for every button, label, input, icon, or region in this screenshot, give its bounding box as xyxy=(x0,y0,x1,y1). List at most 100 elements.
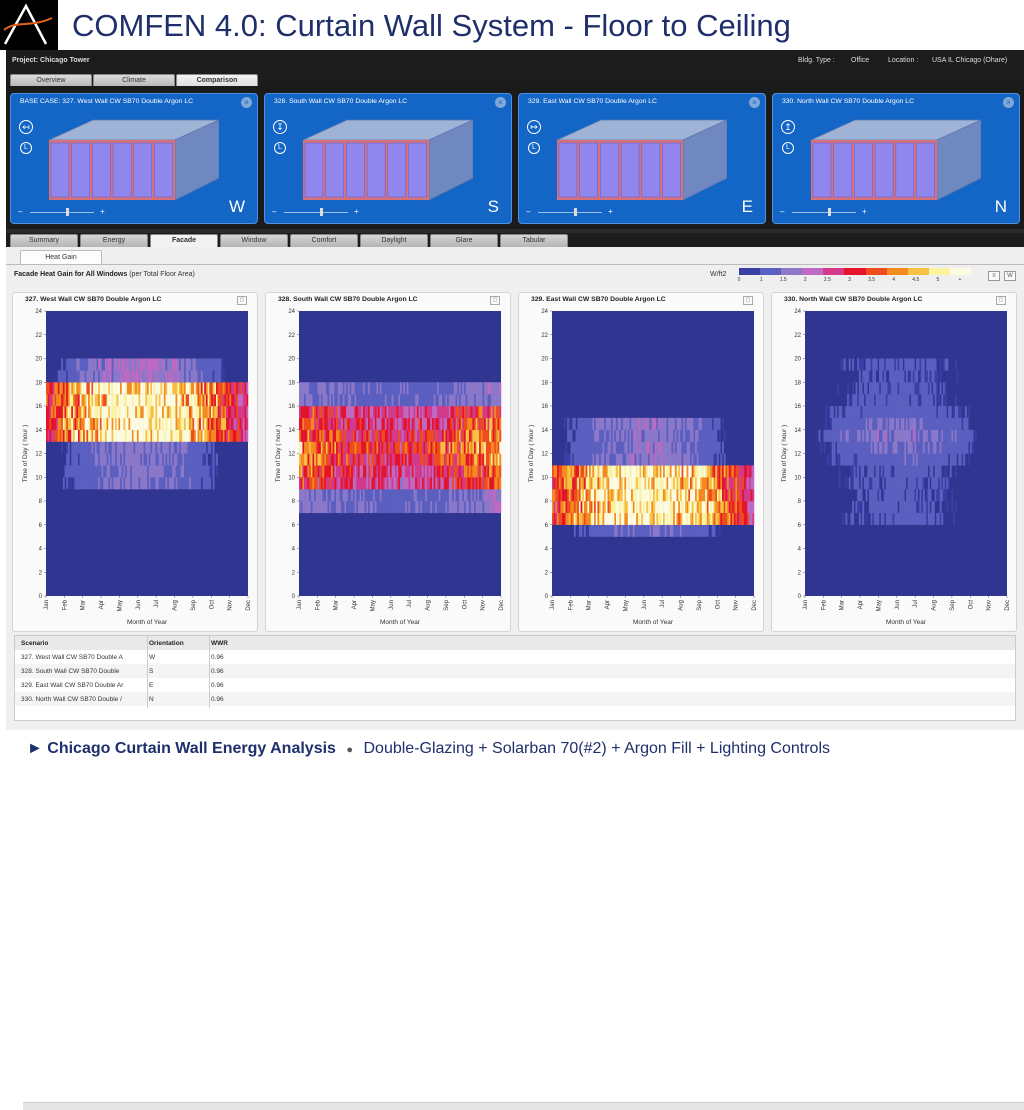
heatmap-cell xyxy=(921,406,924,419)
zoom-out-button[interactable]: – xyxy=(272,207,276,216)
close-icon[interactable]: × xyxy=(241,97,252,108)
tab-tabular[interactable]: Tabular xyxy=(500,234,568,247)
zoom-out-button[interactable]: – xyxy=(526,207,530,216)
scenario-card[interactable]: BASE CASE: 327. West Wall CW SB70 Double… xyxy=(10,93,258,224)
zoom-track[interactable] xyxy=(792,212,856,213)
compass-icon[interactable]: ↧ xyxy=(273,120,287,134)
zoom-track[interactable] xyxy=(30,212,94,213)
table-row[interactable]: 328. South Wall CW SB70 Double S 0.96 xyxy=(15,664,1015,678)
heatmap-cell xyxy=(690,477,692,490)
heatmap-cell xyxy=(131,429,134,442)
heatmap-cell xyxy=(745,512,748,525)
heatmap-cell xyxy=(865,417,868,430)
heatmap-cell xyxy=(359,382,362,395)
table-view-icon[interactable]: ≡ xyxy=(988,271,1000,281)
location-value[interactable]: USA IL Chicago (Ohare) xyxy=(932,57,1007,64)
zoom-slider[interactable]: – + xyxy=(272,207,362,217)
tab-facade[interactable]: Facade xyxy=(150,234,218,247)
heatmap-cell xyxy=(222,370,225,383)
heatmap-cell xyxy=(889,512,892,525)
close-icon[interactable]: × xyxy=(495,97,506,108)
table-header-cell[interactable]: Orientation xyxy=(149,640,184,647)
tab-glare[interactable]: Glare xyxy=(430,234,498,247)
heatmap-cell xyxy=(216,382,218,395)
heatmap-cell xyxy=(330,382,333,395)
zoom-in-button[interactable]: + xyxy=(608,207,613,216)
zoom-slider[interactable]: – + xyxy=(780,207,870,217)
zoom-thumb[interactable] xyxy=(66,208,69,216)
heatmap-cell xyxy=(631,429,634,442)
zoom-thumb[interactable] xyxy=(320,208,323,216)
tab-summary[interactable]: Summary xyxy=(10,234,78,247)
expand-icon[interactable]: ▢ xyxy=(996,296,1006,305)
compass-icon[interactable]: ↦ xyxy=(527,120,541,134)
horizontal-scrollbar[interactable] xyxy=(23,1102,1024,1110)
heatmap-cell xyxy=(194,358,197,371)
heatmap-cell xyxy=(679,465,682,478)
heatmap-cell xyxy=(943,453,945,466)
word-export-icon[interactable]: W xyxy=(1004,271,1016,281)
compass-icon[interactable]: ↥ xyxy=(781,120,795,134)
heatmap-cell xyxy=(305,382,308,395)
compass-icon[interactable]: ↤ xyxy=(19,120,33,134)
tab-daylight[interactable]: Daylight xyxy=(360,234,428,247)
scenario-card[interactable]: 328. South Wall CW SB70 Double Argon LC ×… xyxy=(264,93,512,224)
heatmap-cell xyxy=(334,441,337,454)
expand-icon[interactable]: ▢ xyxy=(743,296,753,305)
heatmap-cell xyxy=(147,406,149,419)
heatmap-cell xyxy=(300,441,303,454)
scenario-card[interactable]: 330. North Wall CW SB70 Double Argon LC ×… xyxy=(772,93,1020,224)
lighting-icon[interactable]: L xyxy=(274,142,286,154)
table-row[interactable]: 329. East Wall CW SB70 Double Ar E 0.96 xyxy=(15,678,1015,692)
heatmap-cell xyxy=(244,382,247,395)
lighting-icon[interactable]: L xyxy=(20,142,32,154)
heatmap-cell xyxy=(890,394,893,407)
close-icon[interactable]: × xyxy=(749,97,760,108)
heatmap-cell xyxy=(413,501,416,514)
zoom-thumb[interactable] xyxy=(574,208,577,216)
heatmap-cell xyxy=(359,489,362,502)
table-header-cell[interactable]: WWR xyxy=(211,640,228,647)
tab-comparison[interactable]: Comparison xyxy=(176,74,258,86)
table-row[interactable]: 327. West Wall CW SB70 Double A W 0.96 xyxy=(15,650,1015,664)
tab-heat-gain[interactable]: Heat Gain xyxy=(20,250,102,265)
zoom-thumb[interactable] xyxy=(828,208,831,216)
heatmap-cell xyxy=(587,453,590,466)
table-header-cell[interactable]: Scenario xyxy=(21,640,48,647)
bldg-type-value[interactable]: Office xyxy=(851,57,869,64)
heatmap-cell xyxy=(319,394,322,407)
zoom-track[interactable] xyxy=(284,212,348,213)
heatmap-cell xyxy=(897,358,900,371)
tab-window[interactable]: Window xyxy=(220,234,288,247)
heatmap-cell xyxy=(133,453,136,466)
zoom-in-button[interactable]: + xyxy=(354,207,359,216)
table-row[interactable]: 330. North Wall CW SB70 Double / N 0.96 xyxy=(15,692,1015,706)
heatmap-cell xyxy=(438,441,441,454)
zoom-out-button[interactable]: – xyxy=(18,207,22,216)
scenario-card[interactable]: 329. East Wall CW SB70 Double Argon LC × ↦… xyxy=(518,93,766,224)
tab-climate[interactable]: Climate xyxy=(93,74,175,86)
close-icon[interactable]: × xyxy=(1003,97,1014,108)
zoom-slider[interactable]: – + xyxy=(18,207,108,217)
zoom-slider[interactable]: – + xyxy=(526,207,616,217)
heatmap-cell xyxy=(135,358,138,371)
lighting-icon[interactable]: L xyxy=(528,142,540,154)
heatmap-cell xyxy=(131,441,134,454)
expand-icon[interactable]: ▢ xyxy=(490,296,500,305)
heatmap-cell xyxy=(911,429,913,442)
tab-comfort[interactable]: Comfort xyxy=(290,234,358,247)
tab-overview[interactable]: Overview xyxy=(10,74,92,86)
zoom-in-button[interactable]: + xyxy=(100,207,105,216)
tab-energy[interactable]: Energy xyxy=(80,234,148,247)
x-tick-label: Oct xyxy=(715,600,721,610)
heatmap-cell xyxy=(457,465,460,478)
heatmap-cell xyxy=(852,417,855,430)
zoom-track[interactable] xyxy=(538,212,602,213)
heatmap-cell xyxy=(320,394,323,407)
zoom-out-button[interactable]: – xyxy=(780,207,784,216)
heatmap-cell xyxy=(474,382,476,395)
heatmap-cell xyxy=(691,524,694,537)
lighting-icon[interactable]: L xyxy=(782,142,794,154)
expand-icon[interactable]: ▢ xyxy=(237,296,247,305)
zoom-in-button[interactable]: + xyxy=(862,207,867,216)
